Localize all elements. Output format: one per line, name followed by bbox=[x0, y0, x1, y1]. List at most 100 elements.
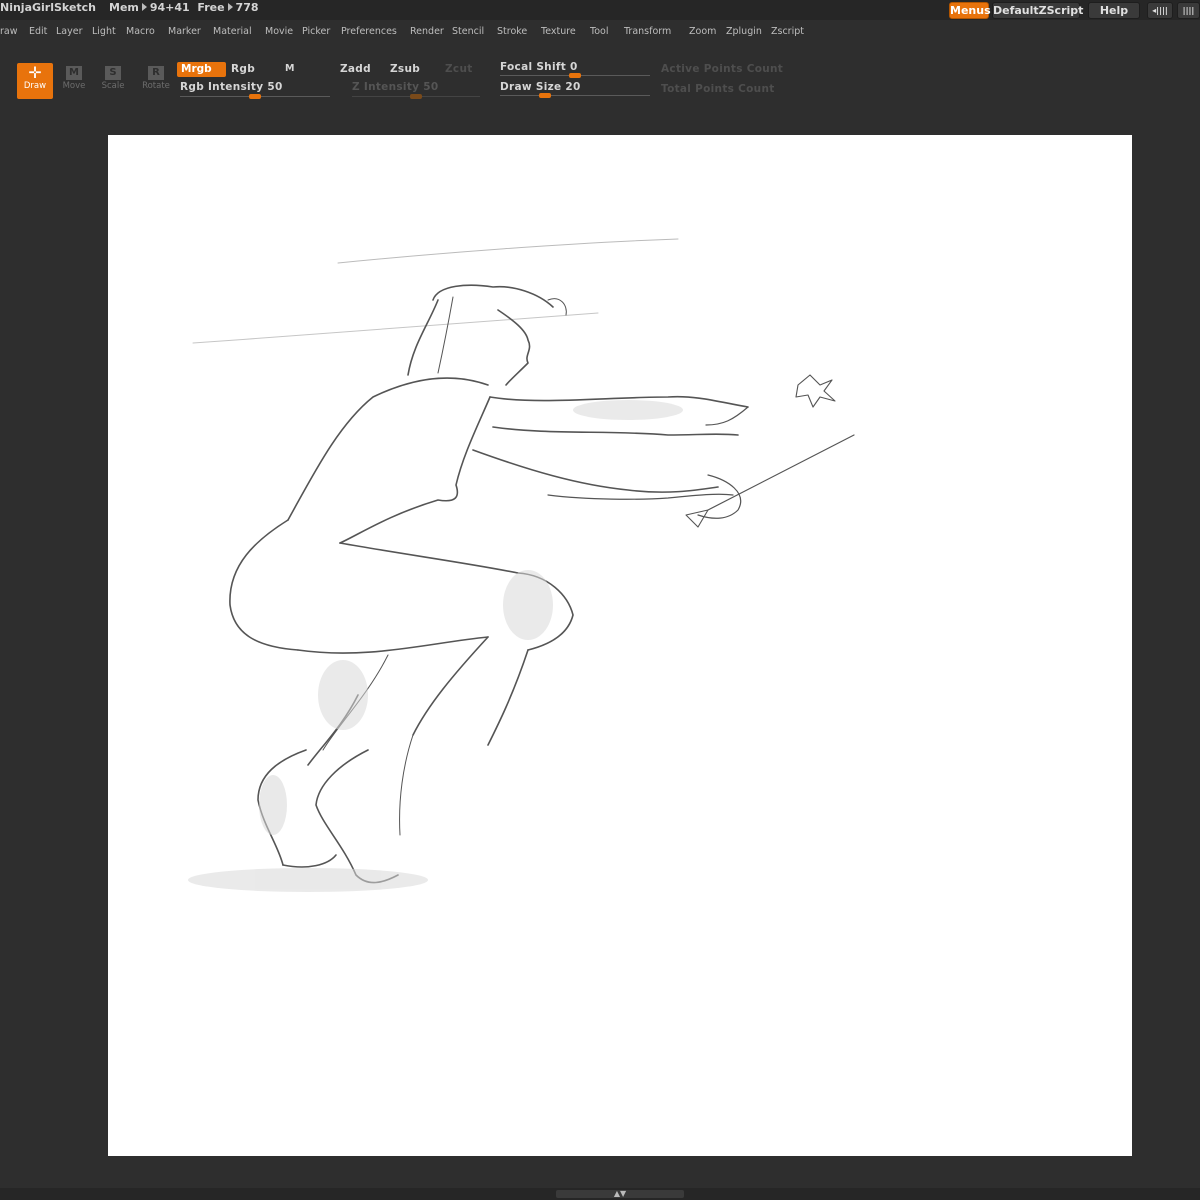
free-label: Free bbox=[197, 1, 225, 14]
menu-tool[interactable]: Tool bbox=[590, 26, 608, 37]
torso-front bbox=[339, 396, 491, 544]
draw-size-track[interactable] bbox=[500, 93, 650, 98]
top-shelf: / ✛ Draw M Move S Scale R Rotate Mrgb Rg… bbox=[0, 56, 1200, 102]
crosshair-icon: ✛ bbox=[28, 63, 42, 82]
menu-picker[interactable]: Picker bbox=[302, 26, 330, 37]
memory-readout: Mem 94+41 Free 778 bbox=[109, 1, 259, 14]
rgb-intensity-track[interactable] bbox=[180, 94, 330, 99]
triangle-right-icon bbox=[141, 3, 147, 11]
menu-macro[interactable]: Macro bbox=[126, 26, 155, 37]
menu-zoom[interactable]: Zoom bbox=[689, 26, 716, 37]
mem-label: Mem bbox=[109, 1, 139, 14]
focal-shift-track[interactable] bbox=[500, 73, 650, 78]
z-intensity-value: 50 bbox=[423, 81, 439, 93]
foot-back-sole bbox=[282, 854, 337, 868]
menu-render[interactable]: Render bbox=[410, 26, 444, 37]
menu-draw[interactable]: raw bbox=[0, 26, 18, 37]
menus-button[interactable]: Menus bbox=[949, 2, 991, 19]
dagger-blade bbox=[707, 434, 855, 511]
rgb-intensity-value: 50 bbox=[267, 81, 283, 93]
scale-icon: S bbox=[105, 66, 121, 80]
focal-shift-value: 0 bbox=[570, 61, 578, 73]
mrgb-button[interactable]: Mrgb bbox=[177, 62, 226, 77]
z-intensity-knob[interactable] bbox=[410, 94, 422, 99]
hand bbox=[705, 406, 749, 426]
move-label: Move bbox=[62, 81, 86, 91]
move-icon: M bbox=[66, 66, 82, 80]
menu-texture[interactable]: Texture bbox=[541, 26, 576, 37]
draw-button[interactable]: ✛ Draw bbox=[17, 63, 53, 99]
window-resize-icon[interactable]: |||| bbox=[1177, 2, 1200, 19]
bottom-tray: ▲▼ bbox=[0, 1188, 1200, 1200]
default-zscript-button[interactable]: DefaultZScript bbox=[992, 2, 1083, 19]
hair-strand bbox=[407, 299, 439, 376]
leg-shading bbox=[318, 660, 368, 730]
hair-strand bbox=[437, 296, 454, 374]
draw-size-value: 20 bbox=[565, 81, 581, 93]
tray-toggle-icon[interactable]: ▲▼ bbox=[556, 1190, 684, 1198]
total-points-count: Total Points Count bbox=[661, 83, 775, 95]
menu-stencil[interactable]: Stencil bbox=[452, 26, 484, 37]
help-button[interactable]: Help bbox=[1088, 2, 1140, 19]
mem-value: 94+41 bbox=[149, 1, 190, 14]
rgb-intensity-slider[interactable]: Rgb Intensity 50 bbox=[180, 81, 283, 93]
zsub-button[interactable]: Zsub bbox=[390, 63, 420, 75]
menu-zscript[interactable]: Zscript bbox=[771, 26, 804, 37]
lower-arm bbox=[472, 449, 719, 493]
free-value: 778 bbox=[235, 1, 259, 14]
window-shade-icon[interactable]: ◂|||| bbox=[1147, 2, 1173, 19]
shin-back bbox=[412, 636, 489, 736]
menu-zplugin[interactable]: Zplugin bbox=[726, 26, 762, 37]
shin-front bbox=[487, 649, 529, 746]
rgb-intensity-knob[interactable] bbox=[249, 94, 261, 99]
title-bar: NinjaGirlSketch Mem 94+41 Free 778 Menus D… bbox=[0, 0, 1200, 20]
menu-bar: raw Edit Layer Light Macro Marker Materi… bbox=[0, 22, 1200, 42]
ankle bbox=[399, 734, 414, 836]
foot-shading bbox=[259, 775, 287, 835]
knee-shading bbox=[503, 570, 553, 640]
focal-shift-label: Focal Shift bbox=[500, 61, 567, 73]
scale-button[interactable]: S Scale bbox=[95, 63, 131, 99]
menu-stroke[interactable]: Stroke bbox=[497, 26, 527, 37]
scale-label: Scale bbox=[101, 81, 125, 91]
buttock-outline bbox=[229, 519, 299, 651]
menu-transform[interactable]: Transform bbox=[624, 26, 671, 37]
menu-movie[interactable]: Movie bbox=[265, 26, 293, 37]
focal-shift-slider[interactable]: Focal Shift 0 bbox=[500, 61, 578, 73]
menu-preferences[interactable]: Preferences bbox=[341, 26, 397, 37]
draw-size-slider[interactable]: Draw Size 20 bbox=[500, 81, 581, 93]
z-intensity-slider[interactable]: Z Intensity 50 bbox=[352, 81, 438, 93]
arm-shading bbox=[573, 400, 683, 420]
menu-light[interactable]: Light bbox=[92, 26, 116, 37]
rotate-label: Rotate bbox=[142, 81, 170, 91]
draw-label: Draw bbox=[23, 81, 47, 91]
document-name: NinjaGirlSketch bbox=[0, 1, 97, 14]
back-outline bbox=[287, 377, 489, 521]
menu-marker[interactable]: Marker bbox=[168, 26, 201, 37]
m-button[interactable]: M bbox=[285, 63, 295, 74]
z-intensity-track[interactable] bbox=[352, 94, 480, 99]
lower-arm-under bbox=[547, 493, 734, 500]
edit-tool-partial[interactable]: / bbox=[0, 63, 4, 99]
rotate-button[interactable]: R Rotate bbox=[138, 63, 174, 99]
draw-size-knob[interactable] bbox=[539, 93, 551, 98]
rgb-button[interactable]: Rgb bbox=[231, 63, 255, 75]
document-canvas[interactable] bbox=[108, 135, 1132, 1156]
hair-strand bbox=[547, 298, 567, 316]
thigh-bottom bbox=[297, 636, 489, 654]
sketch-drawing bbox=[188, 238, 855, 892]
triangle-right-icon bbox=[227, 3, 233, 11]
menu-edit[interactable]: Edit bbox=[29, 26, 47, 37]
zcut-button[interactable]: Zcut bbox=[445, 63, 473, 75]
upper-arm-lower bbox=[492, 426, 739, 436]
zadd-button[interactable]: Zadd bbox=[340, 63, 371, 75]
rotate-icon: R bbox=[148, 66, 164, 80]
active-points-count: Active Points Count bbox=[661, 63, 784, 75]
ground-shadow bbox=[188, 868, 428, 892]
move-button[interactable]: M Move bbox=[56, 63, 92, 99]
focal-shift-knob[interactable] bbox=[569, 73, 581, 78]
menu-layer[interactable]: Layer bbox=[56, 26, 83, 37]
rgb-intensity-label: Rgb Intensity bbox=[180, 81, 264, 93]
menu-material[interactable]: Material bbox=[213, 26, 252, 37]
hair-outline bbox=[432, 284, 554, 308]
